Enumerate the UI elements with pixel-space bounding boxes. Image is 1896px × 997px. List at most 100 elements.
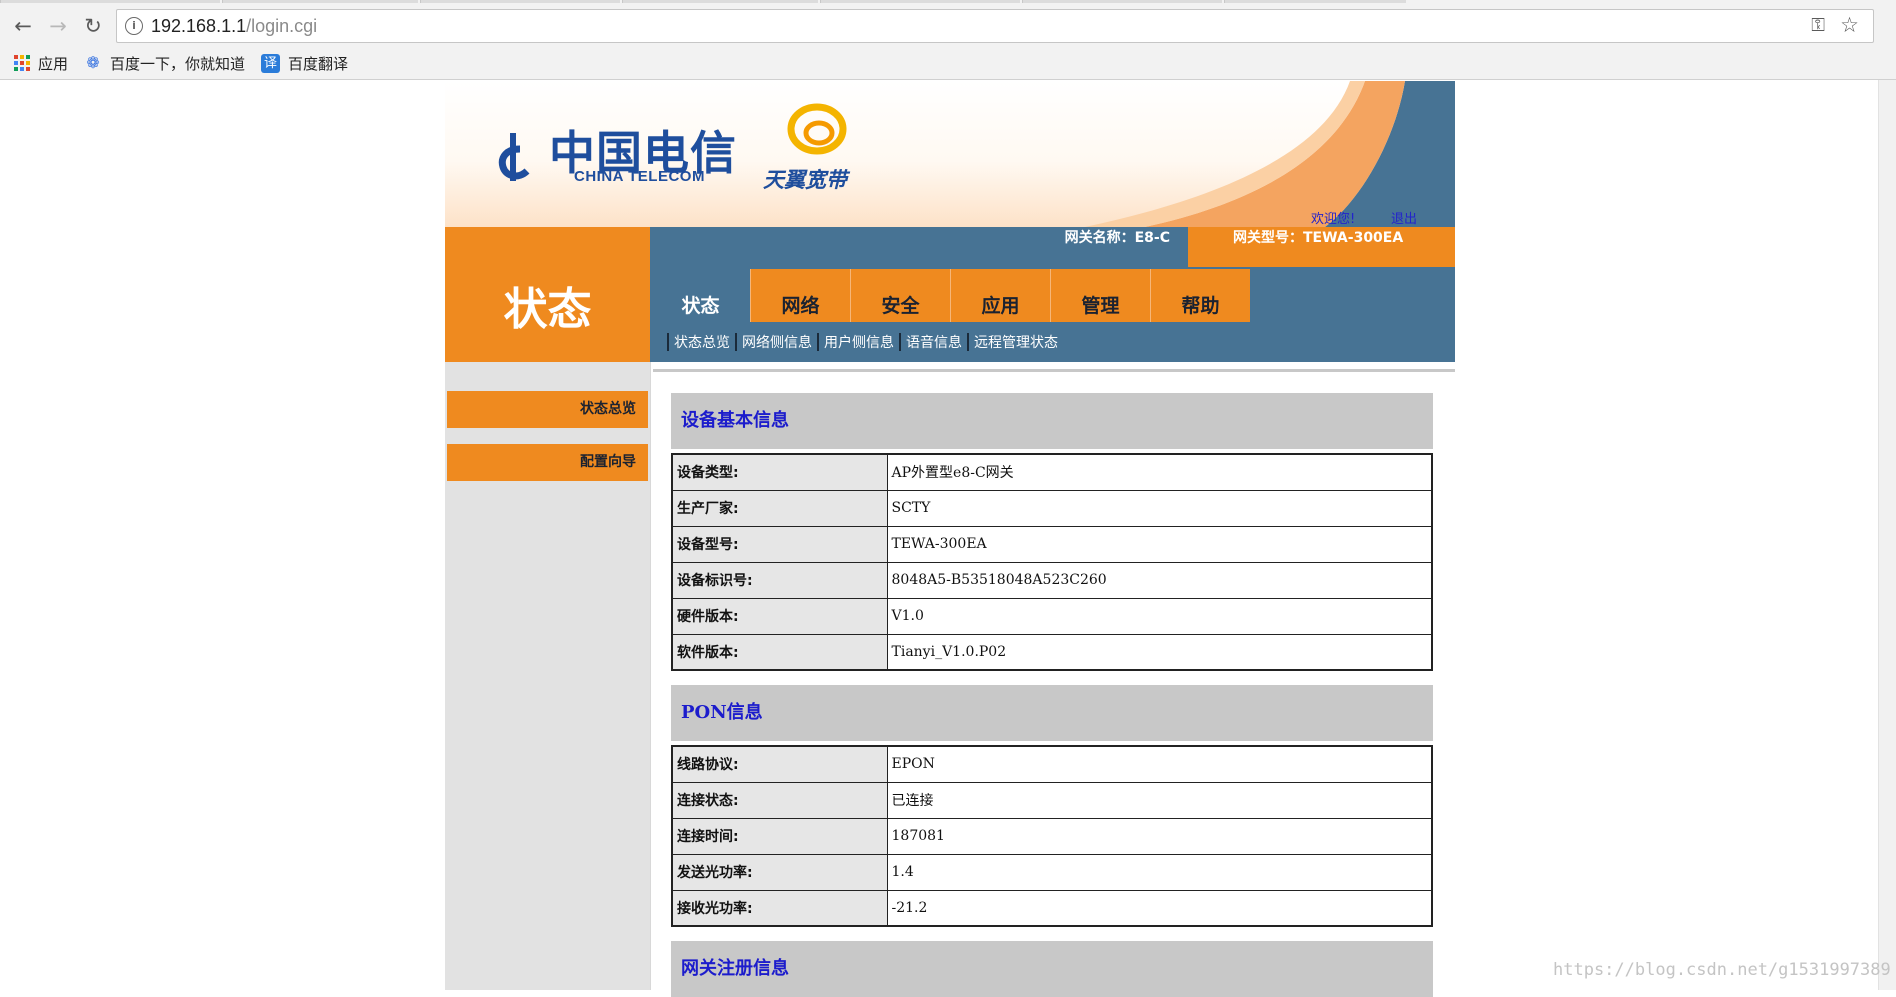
header-banner: 中国电信 CHINA TELECOM 天翼宽带 欢迎您! 退出 bbox=[445, 81, 1455, 227]
row-label: 软件版本: bbox=[671, 633, 888, 671]
row-value: AP外置型e8-C网关 bbox=[886, 453, 1433, 491]
tab-status[interactable]: 状态 bbox=[650, 269, 750, 322]
subnav-remote-management-status[interactable]: 远程管理状态 bbox=[974, 332, 1058, 352]
row-value: -21.2 bbox=[886, 889, 1433, 927]
tianyi-broadband-logo: 天翼宽带 bbox=[763, 168, 847, 192]
page-scrollbar[interactable] bbox=[1878, 80, 1896, 990]
subnav-status-overview[interactable]: 状态总览 bbox=[674, 332, 730, 352]
china-telecom-logo-en: CHINA TELECOM bbox=[574, 168, 705, 185]
top-navigation: 网关名称：E8-C 网关型号：TEWA-300EA 状态 网络 安全 应用 管理… bbox=[650, 227, 1455, 362]
pon-info-table: 线路协议: EPON 连接状态: 已连接 连接时间: 187081 发送光功率: 1.4… bbox=[671, 745, 1433, 927]
section-title-pon-info: PON信息 bbox=[671, 685, 1433, 741]
table-row: 硬件版本: V1.0 bbox=[671, 597, 1433, 635]
row-label: 设备类型: bbox=[671, 453, 888, 491]
table-row: 软件版本: Tianyi_V1.0.P02 bbox=[671, 633, 1433, 671]
welcome-link[interactable]: 欢迎您! bbox=[1311, 208, 1355, 227]
section-title-gateway-registration: 网关注册信息 bbox=[671, 941, 1433, 997]
row-value: Tianyi_V1.0.P02 bbox=[886, 633, 1433, 671]
baidu-paw-icon: ❁ bbox=[86, 53, 100, 72]
url-path: /login.cgi bbox=[246, 16, 318, 36]
row-value: 1.4 bbox=[886, 853, 1433, 891]
gateway-name: 网关名称：E8-C bbox=[1064, 230, 1170, 246]
bookmarks-bar: 应用 ❁ 百度一下，你就知道 译 百度翻译 bbox=[0, 50, 364, 76]
apps-grid-icon bbox=[14, 55, 30, 71]
tab-network[interactable]: 网络 bbox=[750, 269, 850, 322]
reload-button[interactable]: ↻ bbox=[79, 12, 107, 40]
row-value: EPON bbox=[886, 745, 1433, 783]
router-admin-page: 中国电信 CHINA TELECOM 天翼宽带 欢迎您! 退出 状态 网关名称：… bbox=[445, 81, 1455, 997]
table-row: 发送光功率: 1.4 bbox=[671, 853, 1433, 891]
row-value: TEWA-300EA bbox=[886, 525, 1433, 563]
arrow-left-icon: ← bbox=[14, 14, 32, 38]
table-row: 连接状态: 已连接 bbox=[671, 781, 1433, 819]
subnav-separator bbox=[735, 333, 737, 351]
row-value: 187081 bbox=[886, 817, 1433, 855]
row-label: 连接时间: bbox=[671, 817, 888, 855]
row-value: V1.0 bbox=[886, 597, 1433, 635]
table-row: 连接时间: 187081 bbox=[671, 817, 1433, 855]
url-host: 192.168.1.1 bbox=[151, 16, 247, 36]
device-info-table: 设备类型: AP外置型e8-C网关 生产厂家: SCTY 设备型号: TEWA-300… bbox=[671, 453, 1433, 671]
bookmark-apps[interactable]: 应用 bbox=[0, 53, 68, 74]
subnav-voice-info[interactable]: 语音信息 bbox=[906, 332, 962, 352]
watermark: https://blog.csdn.net/g1531997389 bbox=[1553, 960, 1891, 980]
tab-security[interactable]: 安全 bbox=[850, 269, 950, 322]
bookmark-label: 百度一下，你就知道 bbox=[110, 54, 246, 73]
row-value: SCTY bbox=[886, 489, 1433, 527]
table-row: 设备标识号: 8048A5-B53518048A523C260 bbox=[671, 561, 1433, 599]
subnav-network-side-info[interactable]: 网络侧信息 bbox=[742, 332, 812, 352]
gateway-model: 网关型号：TEWA-300EA bbox=[1188, 227, 1455, 267]
row-value: 已连接 bbox=[886, 781, 1433, 819]
subnav-separator bbox=[967, 333, 969, 351]
bookmark-baidu-translate[interactable]: 译 百度翻译 bbox=[261, 53, 348, 74]
row-value: 8048A5-B53518048A523C260 bbox=[886, 561, 1433, 599]
page-title-block: 状态 bbox=[445, 227, 650, 362]
sidebar-item-status-overview[interactable]: 状态总览 bbox=[447, 391, 648, 428]
back-button[interactable]: ← bbox=[9, 12, 37, 40]
table-row: 线路协议: EPON bbox=[671, 745, 1433, 783]
row-label: 连接状态: bbox=[671, 781, 888, 819]
content-top-rule bbox=[653, 369, 1455, 372]
table-row: 生产厂家: SCTY bbox=[671, 489, 1433, 527]
key-icon[interactable]: ⚿ bbox=[1811, 15, 1825, 36]
left-sidebar: 状态总览 配置向导 bbox=[445, 362, 650, 990]
subnav-user-side-info[interactable]: 用户侧信息 bbox=[824, 332, 894, 352]
forward-button[interactable]: → bbox=[44, 12, 72, 40]
url-text[interactable]: 192.168.1.1/login.cgi bbox=[151, 16, 317, 37]
subnav-separator bbox=[817, 333, 819, 351]
row-label: 硬件版本: bbox=[671, 597, 888, 635]
tab-management[interactable]: 管理 bbox=[1050, 269, 1150, 322]
reload-icon: ↻ bbox=[84, 14, 102, 38]
browser-toolbar: ← → ↻ i 192.168.1.1/login.cgi ⚿ ☆ 应用 ❁ 百… bbox=[0, 0, 1896, 80]
section-title-device-info: 设备基本信息 bbox=[671, 393, 1433, 449]
bookmark-star-icon[interactable]: ☆ bbox=[1840, 13, 1859, 37]
bookmark-baidu[interactable]: ❁ 百度一下，你就知道 bbox=[84, 53, 245, 74]
site-info-icon[interactable]: i bbox=[125, 17, 143, 35]
sub-navigation: 状态总览 网络侧信息 用户侧信息 语音信息 远程管理状态 bbox=[650, 322, 1455, 362]
row-label: 接收光功率: bbox=[671, 889, 888, 927]
bookmark-label: 百度翻译 bbox=[288, 54, 349, 73]
subnav-separator bbox=[899, 333, 901, 351]
logout-link[interactable]: 退出 bbox=[1391, 208, 1417, 227]
content-divider bbox=[650, 362, 658, 990]
page-title: 状态 bbox=[503, 284, 592, 335]
subnav-separator bbox=[667, 333, 669, 351]
row-label: 线路协议: bbox=[671, 745, 888, 783]
tab-application[interactable]: 应用 bbox=[950, 269, 1050, 322]
main-tabs: 状态 网络 安全 应用 管理 帮助 bbox=[650, 269, 1250, 322]
table-row: 接收光功率: -21.2 bbox=[671, 889, 1433, 927]
table-row: 设备型号: TEWA-300EA bbox=[671, 525, 1433, 563]
tab-strip bbox=[0, 0, 1896, 8]
address-bar[interactable]: i 192.168.1.1/login.cgi ⚿ ☆ bbox=[116, 9, 1874, 43]
bookmark-label: 应用 bbox=[38, 54, 69, 73]
translate-icon: 译 bbox=[261, 53, 281, 73]
row-label: 生产厂家: bbox=[671, 489, 888, 527]
row-label: 设备型号: bbox=[671, 525, 888, 563]
row-label: 发送光功率: bbox=[671, 853, 888, 891]
main-content: 设备基本信息 设备类型: AP外置型e8-C网关 生产厂家: SCTY 设备型号: T… bbox=[671, 393, 1433, 997]
table-row: 设备类型: AP外置型e8-C网关 bbox=[671, 453, 1433, 491]
row-label: 设备标识号: bbox=[671, 561, 888, 599]
arrow-right-icon: → bbox=[49, 14, 67, 38]
tab-help[interactable]: 帮助 bbox=[1150, 269, 1250, 322]
sidebar-item-config-wizard[interactable]: 配置向导 bbox=[447, 444, 648, 481]
